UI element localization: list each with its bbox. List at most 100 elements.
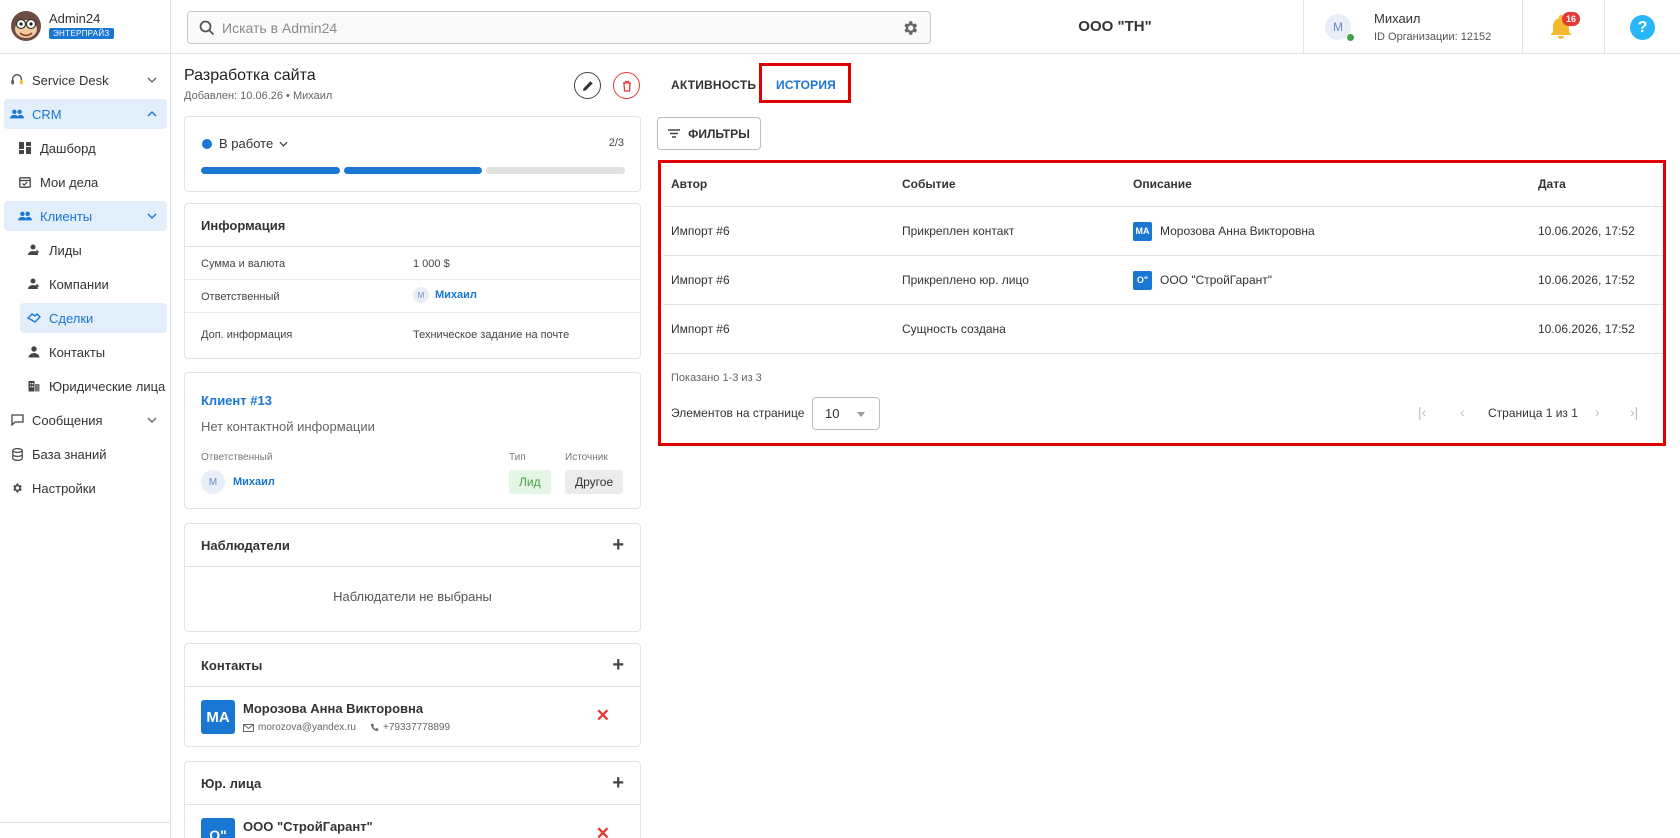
help-icon[interactable]: ? <box>1630 15 1655 40</box>
history-tab-highlight <box>759 63 851 103</box>
phone-icon <box>370 723 379 731</box>
info-value: 1 000 $ <box>413 258 450 270</box>
edit-button[interactable] <box>574 72 601 99</box>
sidebar-footer-divider <box>0 822 171 823</box>
responsible-user[interactable]: М Михаил <box>413 287 477 303</box>
people-icon <box>8 108 26 120</box>
sidebar: Service Desk CRM Дашборд Мои дела Клиент… <box>0 54 171 838</box>
remove-contact-icon[interactable]: ✕ <box>596 706 610 726</box>
person-add-icon <box>25 244 43 256</box>
sidebar-item-contacts[interactable]: Контакты <box>0 335 171 369</box>
type-chip: Лид <box>509 470 551 494</box>
sidebar-item-label: Контакты <box>49 344 106 360</box>
people-icon <box>16 210 34 222</box>
tab-activity[interactable]: АКТИВНОСТЬ <box>671 68 756 102</box>
sidebar-item-messages[interactable]: Сообщения <box>0 403 171 437</box>
chevron-up-icon <box>147 97 157 131</box>
legal-name[interactable]: ООО "СтройГарант" <box>243 819 373 834</box>
app-name: Admin24 <box>49 11 101 26</box>
organization-title: ООО "ТН" <box>1078 18 1152 35</box>
sidebar-item-label: Мои дела <box>40 174 99 190</box>
contact-details: morozova@yandex.ru +79337778899 <box>243 722 450 733</box>
progress-segment <box>343 167 483 174</box>
logo-area[interactable]: Admin24 ЭНТЕРПРАЙЗ <box>0 0 171 54</box>
chevron-down-icon <box>147 199 157 233</box>
observers-empty: Наблюдатели не выбраны <box>333 589 492 604</box>
sidebar-item-label: Компании <box>49 276 109 292</box>
legal-entities-card: Юр. лица + О" ООО "СтройГарант" ✕ <box>184 761 641 838</box>
add-observer-icon[interactable]: + <box>612 535 624 555</box>
building-icon <box>25 380 43 392</box>
contacts-header: Контакты + <box>185 644 640 687</box>
search-box <box>187 11 931 44</box>
responsible-name[interactable]: Михаил <box>233 476 275 488</box>
sidebar-item-dashboard[interactable]: Дашборд <box>0 131 171 165</box>
client-link[interactable]: Клиент #13 <box>201 393 272 408</box>
database-icon <box>8 447 26 461</box>
chevron-down-icon <box>279 141 288 147</box>
contact-avatar: МА <box>201 700 235 734</box>
top-bar: Admin24 ЭНТЕРПРАЙЗ ООО "ТН" М Михаил ID … <box>0 0 1680 54</box>
sidebar-item-service-desk[interactable]: Service Desk <box>0 63 171 97</box>
info-key: Сумма и валюта <box>201 258 286 270</box>
source-chip: Другое <box>565 470 624 494</box>
monkey-logo-icon <box>11 11 41 41</box>
search-input[interactable] <box>222 12 862 43</box>
responsible-name: Михаил <box>435 289 477 301</box>
client-card: Клиент #13 Нет контактной информации Отв… <box>184 372 641 509</box>
legal-avatar: О" <box>201 818 235 838</box>
delete-button[interactable] <box>613 72 640 99</box>
status-dropdown[interactable]: В работе <box>219 136 288 151</box>
contact-name[interactable]: Морозова Анна Викторовна <box>243 701 423 716</box>
history-table-highlight <box>658 160 1666 446</box>
divider <box>1303 0 1304 54</box>
info-key: Доп. информация <box>201 329 293 341</box>
sidebar-item-label: Сообщения <box>32 412 103 428</box>
progress-segment <box>201 167 340 174</box>
add-contact-icon[interactable]: + <box>612 655 624 675</box>
sidebar-item-label: База знаний <box>32 446 107 462</box>
observers-card: Наблюдатели + Наблюдатели не выбраны <box>184 523 641 632</box>
divider <box>1522 0 1523 54</box>
sidebar-item-label: CRM <box>32 106 62 122</box>
contacts-card: Контакты + МА Морозова Анна Викторовна m… <box>184 643 641 747</box>
sidebar-item-crm[interactable]: CRM <box>0 97 171 131</box>
deal-title: Разработка сайта <box>184 67 316 84</box>
sidebar-item-legal-entities[interactable]: Юридические лица <box>0 369 171 403</box>
sidebar-item-leads[interactable]: Лиды <box>0 233 171 267</box>
active-highlight <box>4 99 167 129</box>
remove-legal-entity-icon[interactable]: ✕ <box>596 824 610 838</box>
user-name[interactable]: Михаил <box>1374 11 1421 26</box>
status-label: В работе <box>219 136 274 151</box>
observers-header-label: Наблюдатели <box>201 537 290 553</box>
search-icon <box>199 20 215 36</box>
trash-icon <box>622 80 631 92</box>
chevron-down-icon <box>147 63 157 97</box>
sidebar-item-my-tasks[interactable]: Мои дела <box>0 165 171 199</box>
pencil-icon <box>582 80 593 91</box>
contact-phone: +79337778899 <box>382 722 451 733</box>
stage-progress-bar <box>201 167 626 174</box>
add-legal-entity-icon[interactable]: + <box>612 773 624 793</box>
handshake-icon <box>25 312 43 324</box>
info-header: Информация <box>185 204 640 247</box>
sidebar-item-label: Дашборд <box>40 140 96 156</box>
calendar-check-icon <box>16 176 34 188</box>
gear-icon[interactable] <box>901 19 919 37</box>
sidebar-item-clients[interactable]: Клиенты <box>0 199 171 233</box>
filter-icon <box>668 129 681 138</box>
avatar: М <box>413 287 429 303</box>
legal-header: Юр. лица + <box>185 762 640 805</box>
plan-badge: ЭНТЕРПРАЙЗ <box>49 28 114 39</box>
notification-count-badge: 16 <box>1562 12 1580 26</box>
info-row: Доп. информация Техническое задание на п… <box>185 313 640 355</box>
sidebar-item-label: Лиды <box>49 242 82 258</box>
sidebar-item-deals[interactable]: Сделки <box>0 301 171 335</box>
responsible-label: Ответственный <box>201 452 273 463</box>
source-label: Источник <box>565 452 608 463</box>
chat-icon <box>8 414 26 426</box>
filters-button[interactable]: ФИЛЬТРЫ <box>657 117 761 150</box>
sidebar-item-settings[interactable]: Настройки <box>0 471 171 505</box>
sidebar-item-companies[interactable]: Компании <box>0 267 171 301</box>
sidebar-item-knowledge-base[interactable]: База знаний <box>0 437 171 471</box>
